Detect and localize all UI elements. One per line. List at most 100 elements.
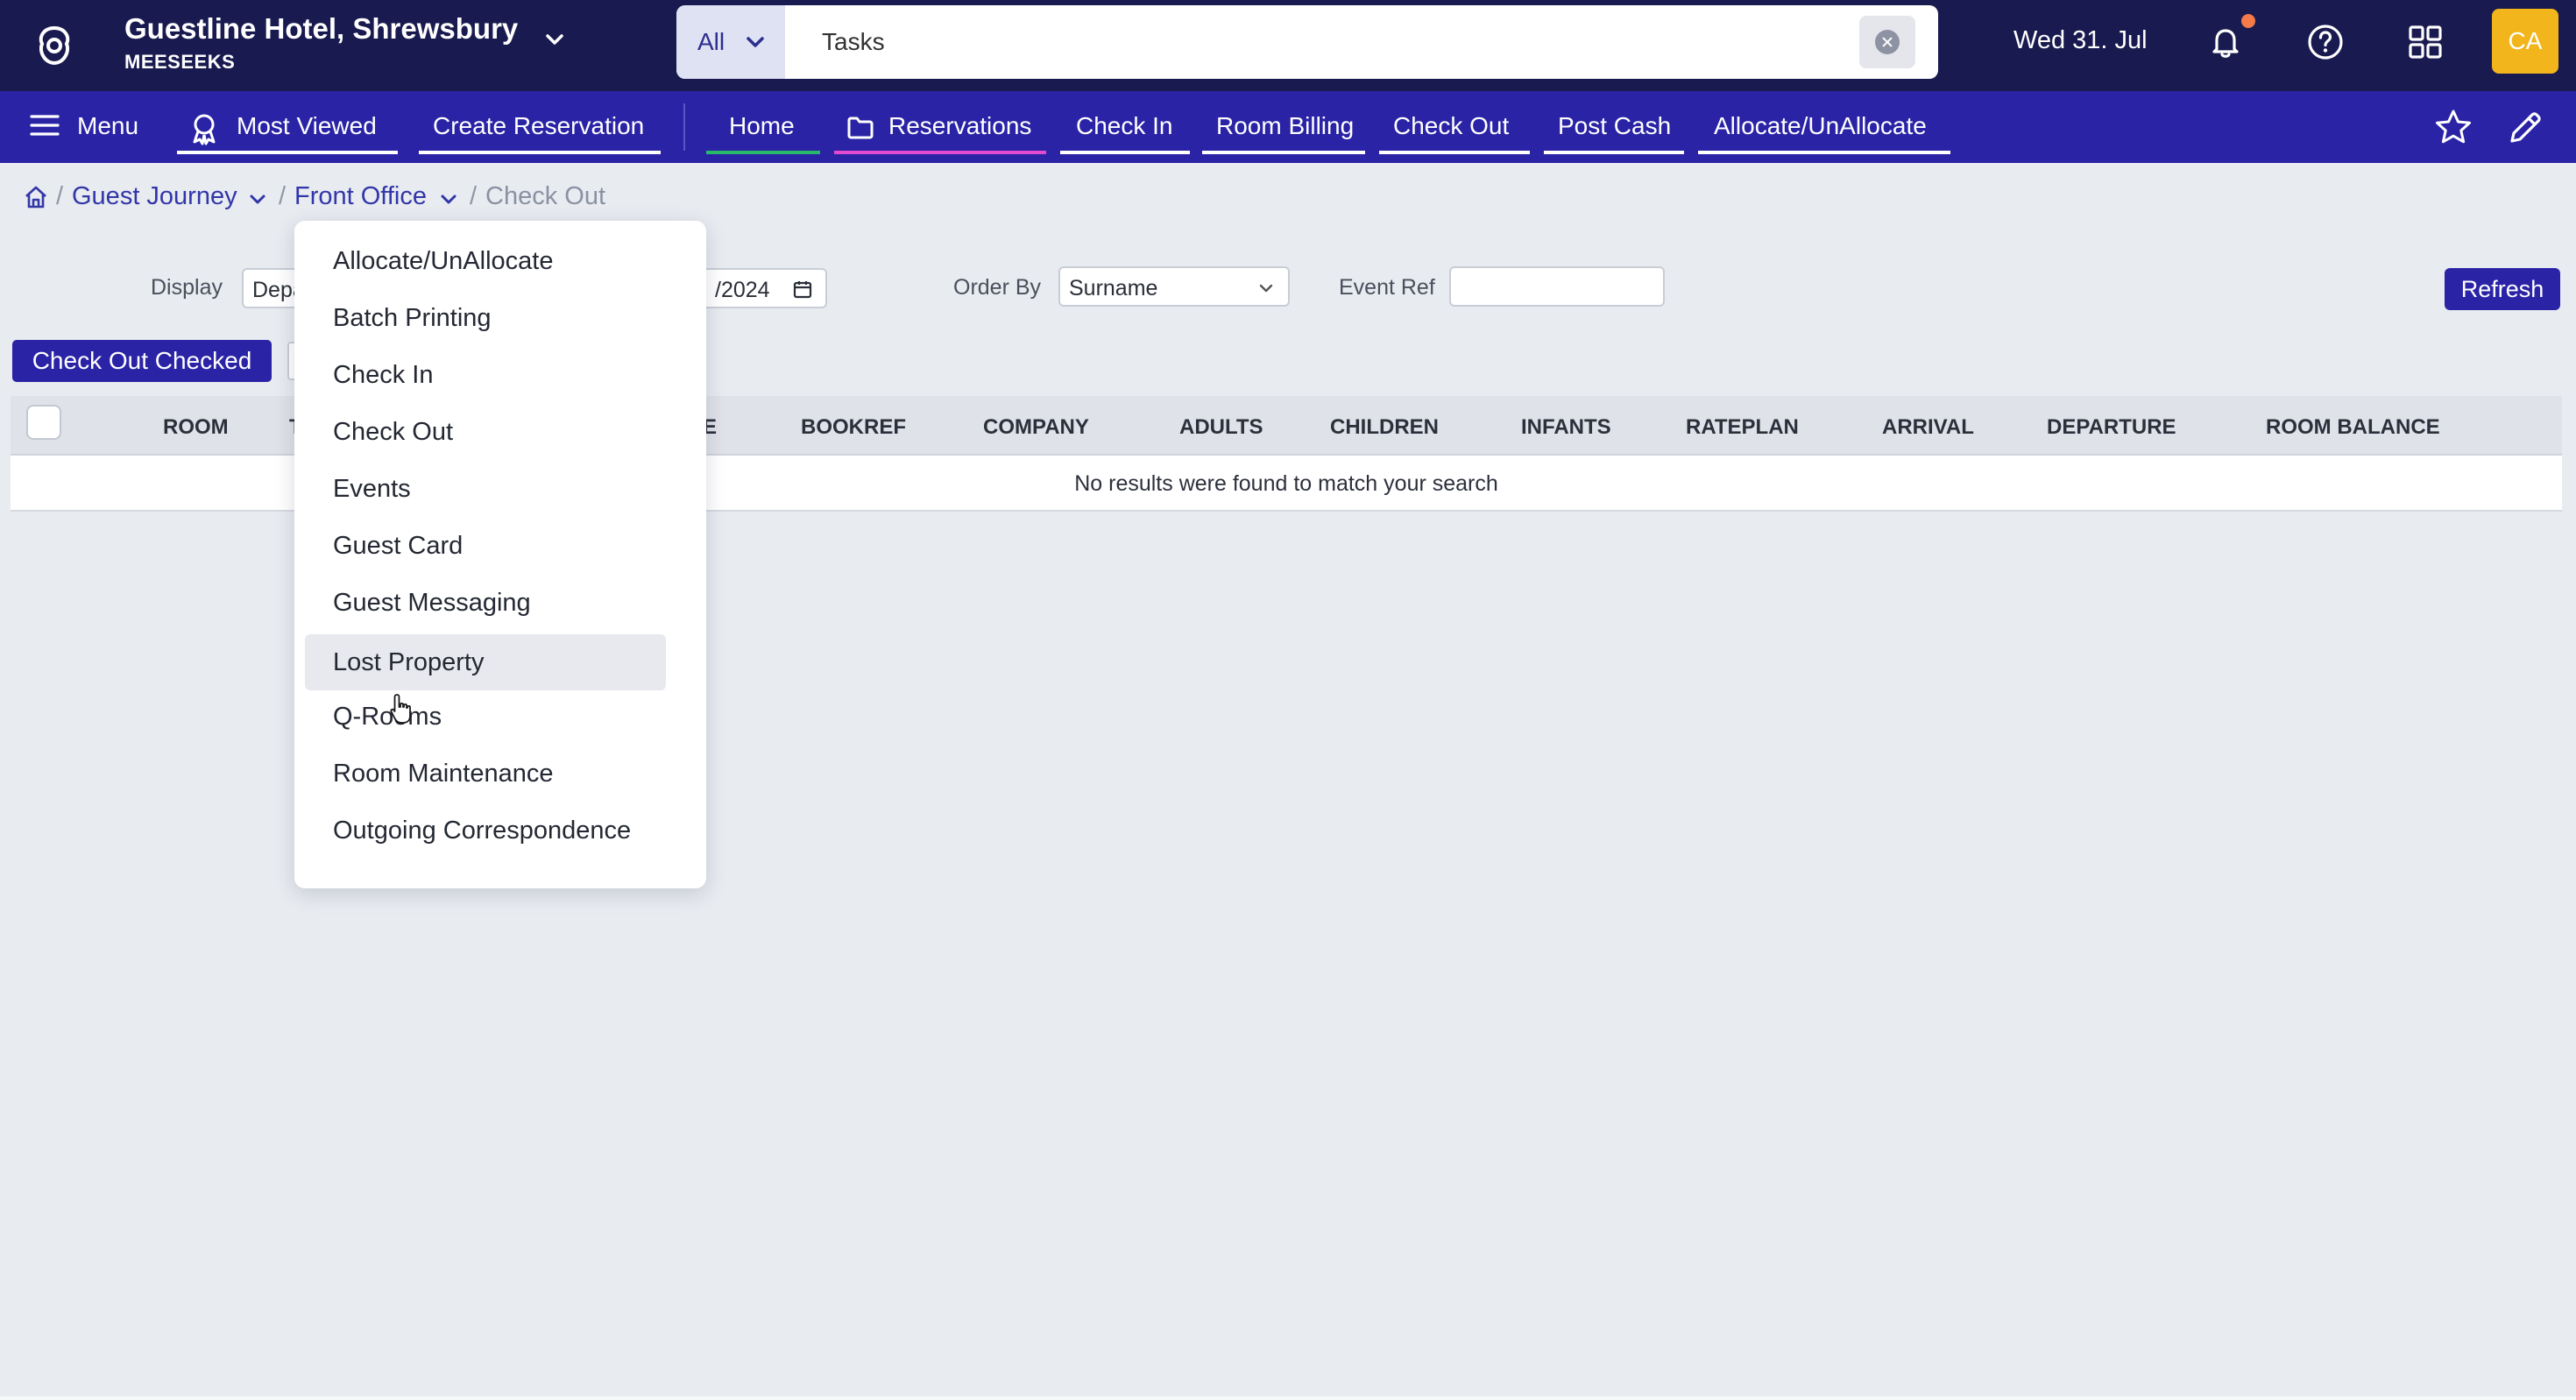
column-infants[interactable]: INFANTS [1521,415,1611,440]
dropdown-item-label: Batch Printing [333,304,492,332]
column-arrival[interactable]: ARRIVAL [1882,415,1974,440]
page-bottom-edge [0,1396,2576,1400]
order-by-value: Surname [1069,276,1158,301]
dropdown-item-outgoing-correspondence[interactable]: Outgoing Correspondence [305,803,666,859]
date-value: /2024 [715,278,770,302]
clear-search-button[interactable] [1859,16,1915,68]
nav-reservations[interactable]: Reservations [834,91,1046,154]
chevron-down-icon[interactable] [247,189,268,210]
tab-underline [177,151,398,154]
dropdown-item-room-maintenance[interactable]: Room Maintenance [305,746,666,802]
close-icon [1875,30,1900,54]
nav-divider [683,103,685,151]
chevron-down-icon[interactable] [438,189,459,210]
hotel-name[interactable]: Guestline Hotel, Shrewsbury [124,12,518,46]
bell-icon[interactable] [2204,21,2247,63]
home-label: Home [729,112,795,139]
nav-home[interactable]: Home [706,91,820,154]
dropdown-item-label: Check In [333,361,434,389]
tab-underline [834,151,1046,154]
nav-create-reservation[interactable]: Create Reservation [419,91,661,154]
create-reservation-label: Create Reservation [433,112,645,139]
help-icon[interactable] [2304,21,2346,63]
nav-allocate-unallocate[interactable]: Allocate/UnAllocate [1698,91,1950,154]
chevron-down-icon [1259,284,1273,293]
dropdown-item-label: Lost Property [333,648,485,676]
column-bookref[interactable]: BOOKREF [801,415,906,440]
search-scope-label: All [697,28,725,55]
tab-underline [706,151,820,154]
user-avatar[interactable]: CA [2492,9,2558,74]
nav-check-in[interactable]: Check In [1060,91,1190,154]
dropdown-item-lost-property[interactable]: Lost Property [305,634,666,690]
home-icon[interactable] [23,184,49,210]
column-adults[interactable]: ADULTS [1179,415,1263,440]
tab-underline [419,151,661,154]
tab-underline [1202,151,1365,154]
top-bar: Guestline Hotel, Shrewsbury MEESEEKS All… [0,0,2576,91]
dropdown-item-check-out[interactable]: Check Out [305,404,666,460]
chevron-down-icon [747,37,764,47]
dropdown-item-q-rooms[interactable]: Q-Rooms [305,689,666,745]
edit-pencil-icon[interactable] [2504,107,2546,149]
folder-icon [847,117,874,139]
room-billing-label: Room Billing [1216,112,1355,139]
column-children[interactable]: CHILDREN [1330,415,1439,440]
chevron-down-icon[interactable] [541,26,568,53]
calendar-icon[interactable] [792,279,813,300]
apps-grid-icon[interactable] [2404,21,2446,63]
nav-room-billing[interactable]: Room Billing [1202,91,1365,154]
event-ref-label: Event Ref [1339,275,1435,300]
menu-label: Menu [77,112,139,139]
check-out-checked-button[interactable]: Check Out Checked [12,340,272,382]
award-icon [193,114,216,145]
search-bar: All [676,5,1938,79]
most-viewed-label: Most Viewed [237,112,377,139]
search-input[interactable] [785,5,1819,79]
breadcrumb-front-office[interactable]: Front Office [294,182,427,211]
front-office-dropdown: Allocate/UnAllocate Batch Printing Check… [294,221,706,888]
dropdown-item-label: Guest Card [333,532,464,560]
tab-underline [1379,151,1530,154]
dropdown-item-check-in[interactable]: Check In [305,347,666,403]
notification-badge [2241,14,2255,28]
select-all-checkbox[interactable] [26,405,61,440]
menu-button[interactable]: Menu [28,91,147,154]
search-scope-select[interactable]: All [676,5,785,79]
breadcrumb-guest-journey[interactable]: Guest Journey [72,182,237,211]
allocate-label: Allocate/UnAllocate [1714,112,1927,139]
nav-check-out[interactable]: Check Out [1379,91,1530,154]
dropdown-item-label: Events [333,475,411,503]
dropdown-item-label: Allocate/UnAllocate [333,247,554,275]
refresh-button[interactable]: Refresh [2445,268,2560,310]
post-cash-label: Post Cash [1558,112,1672,139]
dropdown-item-guest-messaging[interactable]: Guest Messaging [305,575,666,631]
dropdown-item-label: Q-Rooms [333,703,442,731]
breadcrumb-current: Check Out [485,182,605,210]
guestline-logo-icon[interactable] [32,23,77,68]
check-in-label: Check In [1076,112,1173,139]
dropdown-item-label: Check Out [333,418,453,446]
dropdown-item-batch-printing[interactable]: Batch Printing [305,290,666,346]
column-rateplan[interactable]: RATEPLAN [1686,415,1799,440]
column-room-balance[interactable]: ROOM BALANCE [2266,415,2440,440]
dropdown-item-events[interactable]: Events [305,461,666,517]
dropdown-item-guest-card[interactable]: Guest Card [305,518,666,574]
dropdown-item-label: Outgoing Correspondence [333,817,632,845]
hotel-subtitle: MEESEEKS [124,51,236,73]
event-ref-input[interactable] [1449,266,1665,307]
nav-most-viewed[interactable]: Most Viewed [177,91,398,154]
tab-underline [1698,151,1950,154]
column-room[interactable]: ROOM [163,415,229,440]
display-label: Display [151,275,223,300]
column-departure[interactable]: DEPARTURE [2047,415,2176,440]
nav-post-cash[interactable]: Post Cash [1544,91,1684,154]
reservations-label: Reservations [888,112,1032,139]
order-by-select[interactable]: Surname [1058,266,1290,307]
hand-cursor-icon [390,694,411,724]
column-company[interactable]: COMPANY [983,415,1089,440]
dropdown-item-allocate-unallocate[interactable]: Allocate/UnAllocate [305,233,666,289]
nav-bar: Menu Most Viewed Create Reservation Home… [0,91,2576,163]
order-by-label: Order By [953,275,1042,300]
star-icon[interactable] [2432,107,2474,149]
